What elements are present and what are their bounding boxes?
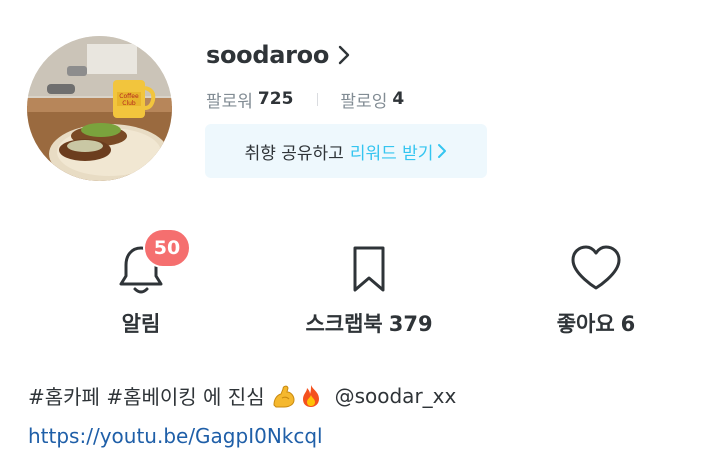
heart-icon	[569, 244, 623, 296]
likes-label-row: 좋아요 6	[557, 308, 636, 338]
notifications-label-row: 알림	[122, 308, 161, 338]
username-link[interactable]: soodaroo	[206, 38, 351, 72]
bookmark-icon	[349, 244, 389, 298]
profile-page: Coffee Club soodaroo 팔로워 725 팔로잉 4 취향 공유…	[0, 0, 720, 465]
notifications-button[interactable]: 50 알림	[105, 228, 191, 338]
reward-banner[interactable]: 취향 공유하고 리워드 받기	[205, 124, 487, 178]
bio-url-link[interactable]: https://youtu.be/GagpI0Nkcql	[28, 424, 323, 448]
scrapbook-count: 379	[388, 312, 433, 336]
chevron-right-icon	[337, 44, 351, 66]
svg-text:Coffee: Coffee	[119, 93, 139, 100]
likes-icon-wrap	[568, 244, 624, 300]
followers-count: 725	[257, 89, 294, 109]
follow-stats: 팔로워 725 팔로잉 4	[206, 86, 404, 112]
likes-button[interactable]: 좋아요 6	[540, 244, 652, 338]
avatar-photo: Coffee Club	[27, 36, 172, 181]
scrapbook-label-row: 스크랩북 379	[305, 308, 432, 338]
notifications-badge: 50	[143, 228, 191, 268]
username: soodaroo	[206, 41, 330, 69]
followers-label: 팔로워	[206, 91, 253, 112]
scrapbook-icon-wrap	[341, 244, 397, 300]
svg-text:Club: Club	[122, 100, 136, 107]
chevron-right-icon	[437, 143, 447, 159]
likes-count: 6	[620, 312, 636, 336]
flexed-biceps-icon	[271, 383, 297, 409]
scrapbook-button[interactable]: 스크랩북 379	[294, 244, 444, 338]
likes-label: 좋아요	[556, 312, 615, 336]
profile-avatar[interactable]: Coffee Club	[27, 36, 172, 181]
fire-icon	[299, 383, 323, 409]
reward-banner-link: 리워드 받기	[349, 143, 434, 164]
notifications-label: 알림	[121, 312, 161, 336]
notifications-icon-wrap: 50	[113, 228, 191, 300]
scrapbook-label: 스크랩북	[305, 312, 383, 336]
follow-divider	[317, 92, 319, 106]
following-count: 4	[392, 89, 405, 109]
bio-handle-link[interactable]: @soodar_xx	[335, 384, 457, 408]
bio-text-row: #홈카페 #홈베이킹 에 진심 @soodar_xx	[28, 381, 456, 410]
bio-text: #홈카페 #홈베이킹 에 진심	[28, 385, 265, 409]
following-link[interactable]: 팔로잉 4	[340, 87, 404, 112]
following-label: 팔로잉	[340, 91, 388, 112]
reward-banner-text: 취향 공유하고	[244, 143, 344, 164]
followers-link[interactable]: 팔로워 725	[206, 87, 293, 112]
